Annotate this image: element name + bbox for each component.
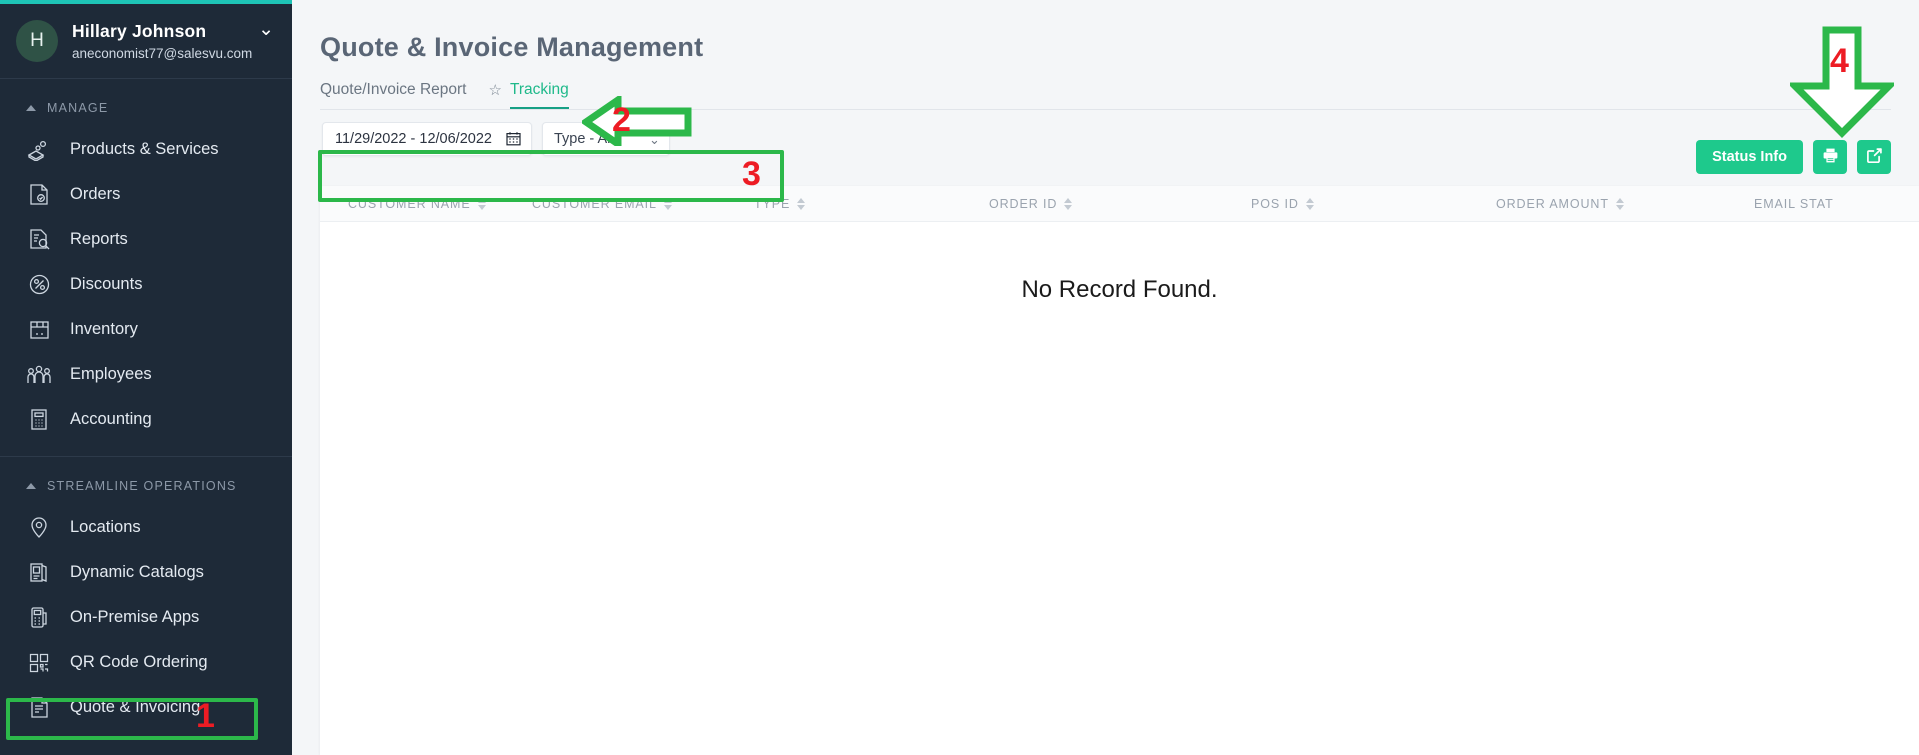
column-header-order-id[interactable]: ORDER ID [989,197,1251,211]
accounting-icon [24,407,54,433]
print-button[interactable] [1813,140,1847,174]
column-header-customer-email[interactable]: CUSTOMER EMAIL [532,197,754,211]
calendar-icon[interactable] [506,131,521,148]
column-label: ORDER AMOUNT [1496,196,1609,211]
orders-icon [24,182,54,208]
sort-icon[interactable] [663,197,672,210]
sidebar-item-employees[interactable]: Employees [0,352,292,397]
type-filter-value: Type - All [553,131,614,147]
empty-state-message: No Record Found. [1021,276,1218,303]
sort-icon[interactable] [1305,197,1314,210]
sidebar-item-label: On-Premise Apps [70,608,200,626]
sidebar-item-label: Orders [70,185,121,203]
chevron-down-icon[interactable]: ⌄ [649,133,660,146]
column-label: TYPE [754,196,791,211]
sidebar-item-reports[interactable]: Reports [0,217,292,262]
qr-code-icon [24,650,54,676]
records-table-card: CUSTOMER NAME CUSTOMER EMAIL TYPE ORDER … [320,186,1919,755]
inventory-icon [24,317,54,343]
location-pin-icon [24,515,54,541]
tab-bar-rule [320,109,1891,110]
sidebar-item-dynamic-catalogs[interactable]: Dynamic Catalogs [0,550,292,595]
tab-quote-invoice-report[interactable]: Quote/Invoice Report [320,81,466,110]
column-label: ORDER ID [989,196,1058,211]
sidebar-item-inventory[interactable]: Inventory [0,307,292,352]
column-header-type[interactable]: TYPE [754,197,989,211]
date-range-picker[interactable]: 11/29/2022 - 12/06/2022 [322,122,532,156]
sidebar-item-label: Products & Services [70,140,219,158]
products-services-icon [24,137,54,163]
sidebar-item-label: Employees [70,365,152,383]
sidebar-item-label: QR Code Ordering [70,653,208,671]
sidebar-item-label: Dynamic Catalogs [70,563,204,581]
tab-label: Tracking [509,81,569,98]
sidebar-item-label: Inventory [70,320,138,338]
column-header-customer-name[interactable]: CUSTOMER NAME [320,197,532,211]
sidebar-item-label: Accounting [70,410,152,428]
sidebar-item-discounts[interactable]: Discounts [0,262,292,307]
tab-bar: Quote/Invoice Report ☆ Tracking [292,63,1919,110]
app-root: H Hillary Johnson aneconomist77@salesvu.… [0,0,1919,755]
pos-terminal-icon [24,605,54,631]
filter-bar: 11/29/2022 - 12/06/2022 Type - All ⌄ [292,110,1919,156]
employees-icon [24,362,54,388]
sidebar-item-on-premise-apps[interactable]: On-Premise Apps [0,595,292,640]
sidebar-section-label: MANAGE [47,101,109,115]
tab-tracking[interactable]: ☆ Tracking [488,81,570,110]
sort-icon[interactable] [1064,197,1073,210]
sidebar-item-accounting[interactable]: Accounting [0,397,292,442]
export-button[interactable] [1857,140,1891,174]
sidebar: H Hillary Johnson aneconomist77@salesvu.… [0,0,292,755]
page-title: Quote & Invoice Management [320,32,704,62]
column-label: CUSTOMER NAME [348,196,471,211]
sidebar-item-locations[interactable]: Locations [0,505,292,550]
user-profile[interactable]: H Hillary Johnson aneconomist77@salesvu.… [0,4,292,78]
sort-icon[interactable] [797,197,806,210]
caret-up-icon [26,483,36,489]
column-header-email-status[interactable]: EMAIL STAT [1754,197,1834,211]
sidebar-section-streamline-operations[interactable]: STREAMLINE OPERATIONS [0,457,292,505]
profile-name: Hillary Johnson [72,21,207,41]
type-filter-select[interactable]: Type - All ⌄ [541,122,670,156]
sidebar-item-products-services[interactable]: Products & Services [0,127,292,172]
status-info-button[interactable]: Status Info [1696,140,1803,174]
sidebar-item-label: Quote & Invoicing [70,698,201,716]
column-label: POS ID [1251,196,1299,211]
sidebar-item-quote-invoicing[interactable]: Quote & Invoicing [0,685,292,730]
column-label: CUSTOMER EMAIL [532,196,657,211]
catalog-icon [24,560,54,586]
profile-email: aneconomist77@salesvu.com [72,46,253,61]
sort-icon[interactable] [1615,197,1624,210]
sidebar-item-label: Discounts [70,275,143,293]
invoice-document-icon [24,695,54,721]
printer-icon [1822,147,1839,167]
main-content: Quote & Invoice Management Quote/Invoice… [292,0,1919,755]
column-label: EMAIL STAT [1754,196,1834,211]
date-range-value: 11/29/2022 - 12/06/2022 [335,131,492,147]
reports-icon [24,227,54,253]
star-icon[interactable]: ☆ [488,83,501,98]
column-header-order-amount[interactable]: ORDER AMOUNT [1496,197,1754,211]
sidebar-item-label: Reports [70,230,128,248]
export-share-icon [1866,147,1883,167]
table-header-row: CUSTOMER NAME CUSTOMER EMAIL TYPE ORDER … [320,186,1919,222]
avatar: H [16,20,58,62]
tab-label: Quote/Invoice Report [320,81,467,98]
sidebar-item-orders[interactable]: Orders [0,172,292,217]
sort-icon[interactable] [477,197,486,210]
sidebar-item-qr-code-ordering[interactable]: QR Code Ordering [0,640,292,685]
sidebar-section-label: STREAMLINE OPERATIONS [47,479,237,493]
column-header-pos-id[interactable]: POS ID [1251,197,1496,211]
discounts-icon [24,272,54,298]
sidebar-section-manage[interactable]: MANAGE [0,79,292,127]
sidebar-item-label: Locations [70,518,141,536]
chevron-down-icon[interactable]: ⌄ [258,20,274,39]
toolbar-actions: Status Info [1696,140,1891,174]
caret-up-icon [26,105,36,111]
